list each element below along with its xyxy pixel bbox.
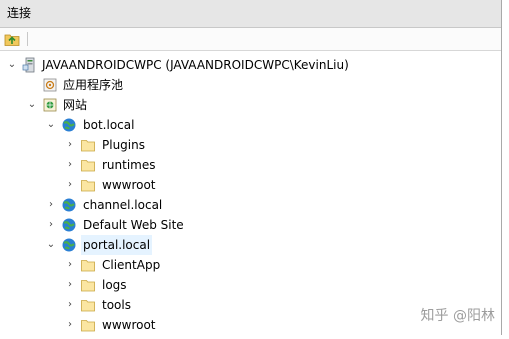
watermark-text: 知乎 @阳林 (420, 308, 495, 324)
tree-node-label: Plugins (102, 138, 145, 152)
tree-node-folder[interactable]: › Plugins (0, 135, 502, 155)
tree-node-folder[interactable]: › runtimes (0, 155, 502, 175)
folder-icon (80, 297, 96, 313)
tree-node-site-default[interactable]: › Default Web Site (0, 215, 502, 235)
expand-arrow-icon[interactable]: ⌄ (26, 95, 38, 115)
tree-node-label: channel.local (83, 198, 163, 212)
tree-node-label: wwwroot (102, 178, 156, 192)
tree-node-server[interactable]: ⌄ JAVAANDROIDCWPC (JAVAANDROIDCWPC\Kevin… (0, 55, 502, 75)
tree-node-folder[interactable]: › logs (0, 275, 502, 295)
globe-icon (61, 217, 77, 233)
tree-node-label-selected: portal.local (81, 235, 153, 255)
tree-node-label: bot.local (83, 118, 135, 132)
tree-node-label: ClientApp (102, 258, 161, 272)
collapsed-arrow-icon[interactable]: › (64, 295, 76, 315)
toolbar-separator (27, 32, 28, 46)
collapsed-arrow-icon[interactable]: › (45, 195, 57, 215)
toolbar (0, 28, 501, 51)
app-pool-icon (42, 77, 58, 93)
tree-node-folder[interactable]: › wwwroot (0, 175, 502, 195)
tree-node-site-channel[interactable]: › channel.local (0, 195, 502, 215)
collapsed-arrow-icon[interactable]: › (64, 155, 76, 175)
globe-icon (61, 197, 77, 213)
folder-icon (80, 277, 96, 293)
folder-icon (80, 137, 96, 153)
folder-icon (80, 317, 96, 333)
tree-node-label: wwwroot (102, 318, 156, 332)
folder-icon (80, 157, 96, 173)
server-icon (22, 57, 38, 73)
connections-panel: 连接 ⌄ JAVAANDROIDCWPC (JAVAANDROIDCWPC\Ke… (0, 0, 502, 335)
tree-node-label: logs (102, 278, 127, 292)
collapsed-arrow-icon[interactable]: › (64, 135, 76, 155)
folder-up-icon[interactable] (4, 31, 20, 47)
collapsed-arrow-icon[interactable]: › (64, 255, 76, 275)
tree-node-sites[interactable]: ⌄ 网站 (0, 95, 502, 115)
globe-icon (61, 117, 77, 133)
folder-icon (80, 177, 96, 193)
collapsed-arrow-icon[interactable]: › (45, 215, 57, 235)
tree-node-label: runtimes (102, 158, 156, 172)
tree-node-label: JAVAANDROIDCWPC (JAVAANDROIDCWPC\KevinLi… (42, 58, 349, 72)
expand-arrow-icon[interactable]: ⌄ (6, 55, 18, 75)
tree-node-site-bot[interactable]: ⌄ bot.local (0, 115, 502, 135)
collapsed-arrow-icon[interactable]: › (64, 275, 76, 295)
collapsed-arrow-icon[interactable]: › (64, 315, 76, 335)
tree-node-folder[interactable]: › ClientApp (0, 255, 502, 275)
tree-node-site-portal[interactable]: ⌄ portal.local (0, 235, 502, 255)
expand-arrow-icon[interactable]: ⌄ (45, 235, 57, 255)
sites-folder-icon (42, 97, 58, 113)
panel-title: 连接 (0, 0, 501, 28)
tree-node-label: Default Web Site (83, 218, 184, 232)
tree-node-label: tools (102, 298, 131, 312)
tree-node-label: 应用程序池 (63, 78, 124, 92)
expand-arrow-icon[interactable]: ⌄ (45, 115, 57, 135)
folder-icon (80, 257, 96, 273)
tree-node-app-pool[interactable]: 应用程序池 (0, 75, 502, 95)
globe-icon (61, 237, 77, 253)
tree-node-label: 网站 (63, 98, 88, 112)
collapsed-arrow-icon[interactable]: › (64, 175, 76, 195)
